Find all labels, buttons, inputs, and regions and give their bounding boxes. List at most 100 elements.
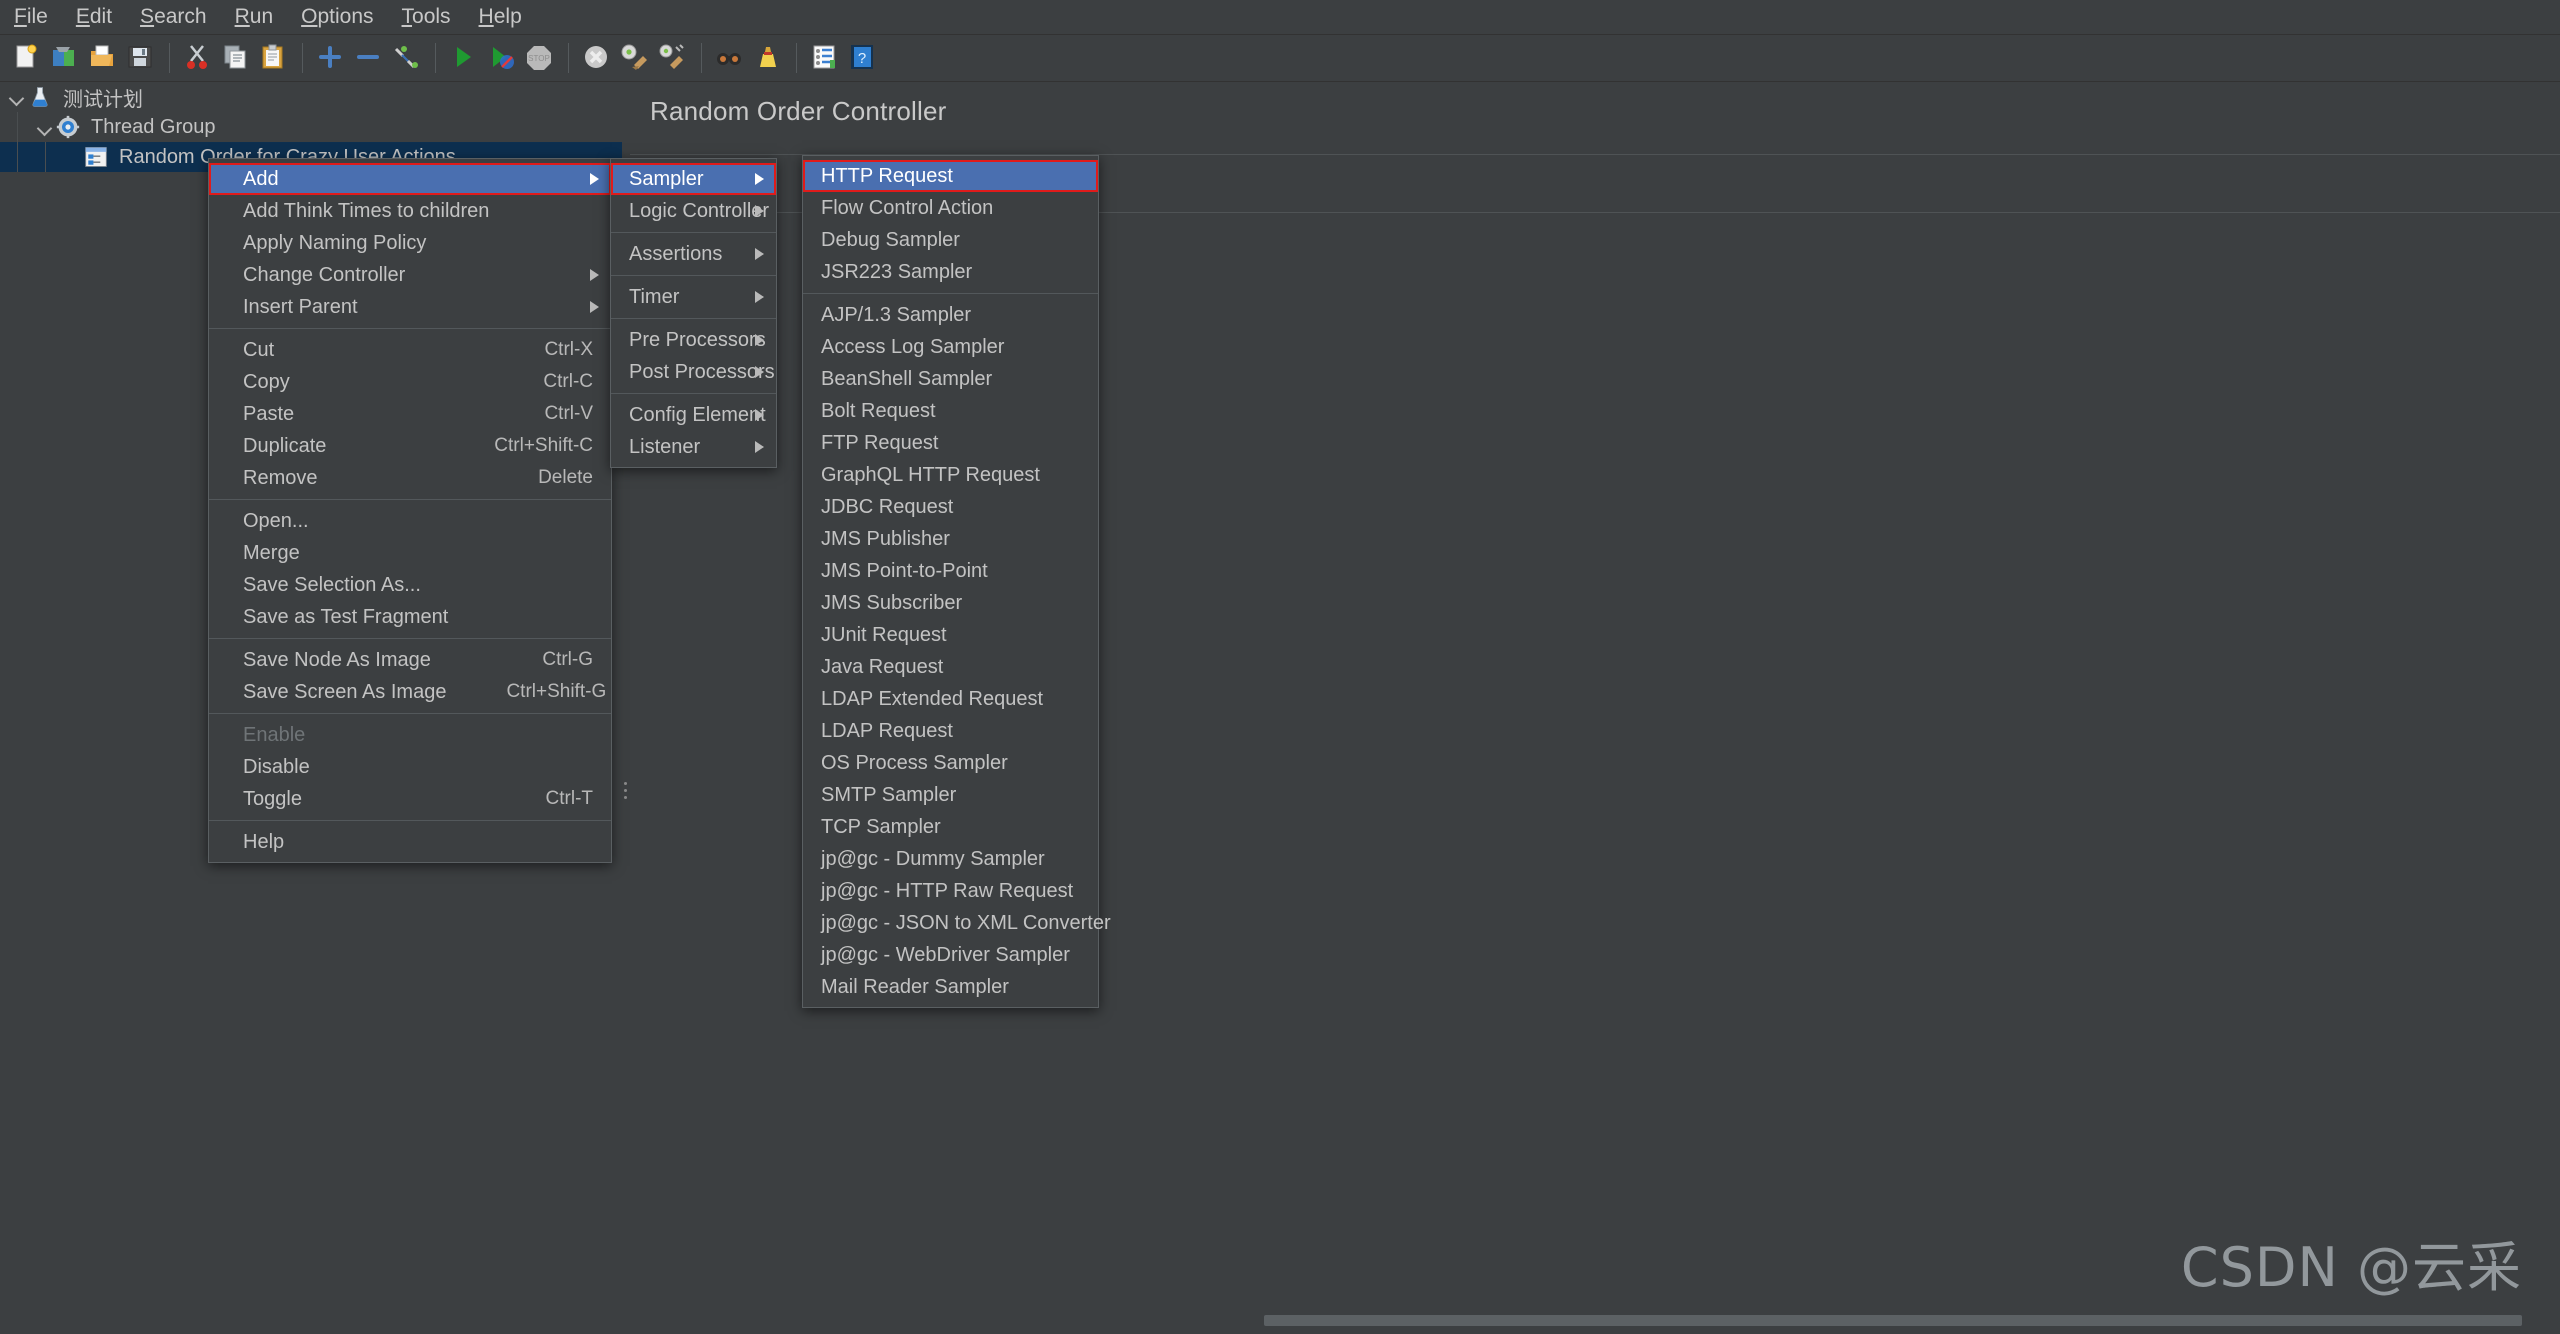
menu-item-ldap-extended-request[interactable]: LDAP Extended Request bbox=[803, 683, 1098, 715]
menu-item-assertions[interactable]: Assertions bbox=[611, 238, 776, 270]
menu-item-cut[interactable]: Cut Ctrl-X bbox=[209, 334, 611, 366]
menu-item-label: JMS Publisher bbox=[821, 527, 950, 550]
context-menu[interactable]: Add Add Think Times to children Apply Nami… bbox=[208, 158, 612, 863]
menu-edit[interactable]: Edit bbox=[62, 2, 126, 32]
menu-item-jms-point-to-point[interactable]: JMS Point-to-Point bbox=[803, 555, 1098, 587]
chevron-down-icon[interactable] bbox=[6, 86, 28, 108]
menu-bar: File Edit Search Run Options Tools Help bbox=[0, 0, 2560, 35]
submenu-arrow-icon bbox=[755, 205, 764, 217]
clear-button[interactable] bbox=[616, 39, 654, 77]
menu-item-apply-naming-policy[interactable]: Apply Naming Policy bbox=[209, 227, 611, 259]
menu-item-open[interactable]: Open... bbox=[209, 505, 611, 537]
menu-item-beanshell-sampler[interactable]: BeanShell Sampler bbox=[803, 363, 1098, 395]
menu-item-jp-gc-json-to-xml-converter[interactable]: jp@gc - JSON to XML Converter bbox=[803, 907, 1111, 939]
menu-item-debug-sampler[interactable]: Debug Sampler bbox=[803, 224, 1098, 256]
search-button[interactable] bbox=[711, 39, 749, 77]
menu-item-sampler[interactable]: Sampler bbox=[611, 163, 776, 195]
menu-item-help[interactable]: Help bbox=[209, 826, 611, 858]
toolbar-separator bbox=[701, 43, 702, 73]
menu-item-config-element[interactable]: Config Element bbox=[611, 399, 776, 431]
start-no-pauses-button[interactable] bbox=[483, 39, 521, 77]
menu-item-save-selection-as[interactable]: Save Selection As... bbox=[209, 569, 611, 601]
start-button[interactable] bbox=[445, 39, 483, 77]
tree-node[interactable]: Thread Group bbox=[0, 112, 622, 142]
menu-item-jp-gc-dummy-sampler[interactable]: jp@gc - Dummy Sampler bbox=[803, 843, 1098, 875]
menu-item-pre-processors[interactable]: Pre Processors bbox=[611, 324, 776, 356]
menu-item-jms-publisher[interactable]: JMS Publisher bbox=[803, 523, 1098, 555]
menu-item-logic-controller[interactable]: Logic Controller bbox=[611, 195, 776, 227]
menu-item-ftp-request[interactable]: FTP Request bbox=[803, 427, 1098, 459]
menu-item-jsr223-sampler[interactable]: JSR223 Sampler bbox=[803, 256, 1098, 288]
paste-button[interactable] bbox=[255, 39, 293, 77]
menu-item-listener[interactable]: Listener bbox=[611, 431, 776, 463]
open-button[interactable] bbox=[84, 39, 122, 77]
tree-node[interactable]: 测试计划 bbox=[0, 82, 622, 112]
menu-item-http-request[interactable]: HTTP Request bbox=[803, 160, 1098, 192]
expand-all-button[interactable] bbox=[312, 39, 350, 77]
menu-item-jp-gc-webdriver-sampler[interactable]: jp@gc - WebDriver Sampler bbox=[803, 939, 1098, 971]
clear-all-button[interactable] bbox=[654, 39, 692, 77]
function-helper-button[interactable] bbox=[806, 39, 844, 77]
menu-run[interactable]: Run bbox=[221, 2, 288, 32]
scrollbar-thumb[interactable] bbox=[1264, 1315, 2522, 1326]
menu-item-timer[interactable]: Timer bbox=[611, 281, 776, 313]
menu-item-post-processors[interactable]: Post Processors bbox=[611, 356, 776, 388]
menu-item-add[interactable]: Add bbox=[209, 163, 611, 195]
reset-search-button[interactable] bbox=[749, 39, 787, 77]
menu-item-change-controller[interactable]: Change Controller bbox=[209, 259, 611, 291]
menu-item-label: Listener bbox=[629, 435, 701, 458]
menu-item-label: Help bbox=[243, 830, 285, 853]
new-button[interactable] bbox=[8, 39, 46, 77]
menu-item-shortcut: Ctrl-V bbox=[544, 403, 593, 424]
copy-button[interactable] bbox=[217, 39, 255, 77]
menu-tools[interactable]: Tools bbox=[388, 2, 465, 32]
menu-item-access-log-sampler[interactable]: Access Log Sampler bbox=[803, 331, 1098, 363]
menu-item-copy[interactable]: Copy Ctrl-C bbox=[209, 366, 611, 398]
menu-item-os-process-sampler[interactable]: OS Process Sampler bbox=[803, 747, 1098, 779]
chevron-down-icon[interactable] bbox=[34, 116, 56, 138]
menu-item-paste[interactable]: Paste Ctrl-V bbox=[209, 398, 611, 430]
menu-item-duplicate[interactable]: Duplicate Ctrl+Shift-C bbox=[209, 430, 611, 462]
menu-item-disable[interactable]: Disable bbox=[209, 751, 611, 783]
test-plan-icon bbox=[28, 85, 54, 109]
menu-item-ajp-1-3-sampler[interactable]: AJP/1.3 Sampler bbox=[803, 299, 1098, 331]
menu-item-insert-parent[interactable]: Insert Parent bbox=[209, 291, 611, 323]
menu-item-merge[interactable]: Merge bbox=[209, 537, 611, 569]
menu-item-smtp-sampler[interactable]: SMTP Sampler bbox=[803, 779, 1098, 811]
menu-item-jms-subscriber[interactable]: JMS Subscriber bbox=[803, 587, 1098, 619]
menu-help[interactable]: Help bbox=[465, 2, 536, 32]
save-button[interactable] bbox=[122, 39, 160, 77]
menu-item-label: Insert Parent bbox=[243, 295, 358, 318]
collapse-all-button[interactable] bbox=[350, 39, 388, 77]
menu-item-add-think-times-to-children[interactable]: Add Think Times to children bbox=[209, 195, 611, 227]
menu-options[interactable]: Options bbox=[287, 2, 387, 32]
menu-search[interactable]: Search bbox=[126, 2, 221, 32]
menu-item-save-as-test-fragment[interactable]: Save as Test Fragment bbox=[209, 601, 611, 633]
menu-item-bolt-request[interactable]: Bolt Request bbox=[803, 395, 1098, 427]
menu-item-mail-reader-sampler[interactable]: Mail Reader Sampler bbox=[803, 971, 1098, 1003]
toggle-button[interactable] bbox=[388, 39, 426, 77]
sampler-submenu[interactable]: HTTP Request Flow Control Action Debug Sam… bbox=[802, 155, 1111, 1008]
menu-item-flow-control-action[interactable]: Flow Control Action bbox=[803, 192, 1098, 224]
add-submenu[interactable]: Sampler Logic Controller Assertions Timer Pr… bbox=[610, 158, 777, 468]
shutdown-button[interactable] bbox=[578, 39, 616, 77]
menu-item-tcp-sampler[interactable]: TCP Sampler bbox=[803, 811, 1098, 843]
menu-item-jp-gc-http-raw-request[interactable]: jp@gc - HTTP Raw Request bbox=[803, 875, 1098, 907]
templates-button[interactable] bbox=[46, 39, 84, 77]
menu-item-toggle[interactable]: Toggle Ctrl-T bbox=[209, 783, 611, 815]
menu-item-save-screen-as-image[interactable]: Save Screen As Image Ctrl+Shift-G bbox=[209, 676, 611, 708]
tree-node-label: Thread Group bbox=[91, 115, 216, 138]
cut-button[interactable] bbox=[179, 39, 217, 77]
stop-button[interactable]: STOP bbox=[521, 39, 559, 77]
menu-item-remove[interactable]: Remove Delete bbox=[209, 462, 611, 494]
menu-item-java-request[interactable]: Java Request bbox=[803, 651, 1098, 683]
menu-item-jdbc-request[interactable]: JDBC Request bbox=[803, 491, 1098, 523]
menu-item-save-node-as-image[interactable]: Save Node As Image Ctrl-G bbox=[209, 644, 611, 676]
menu-item-graphql-http-request[interactable]: GraphQL HTTP Request bbox=[803, 459, 1098, 491]
menu-item-ldap-request[interactable]: LDAP Request bbox=[803, 715, 1098, 747]
menu-item-junit-request[interactable]: JUnit Request bbox=[803, 619, 1098, 651]
help-button[interactable]: ? bbox=[844, 39, 882, 77]
menu-file[interactable]: File bbox=[0, 2, 62, 32]
menu-item-label: Logic Controller bbox=[629, 199, 770, 222]
horizontal-scrollbar[interactable] bbox=[634, 1312, 2554, 1328]
